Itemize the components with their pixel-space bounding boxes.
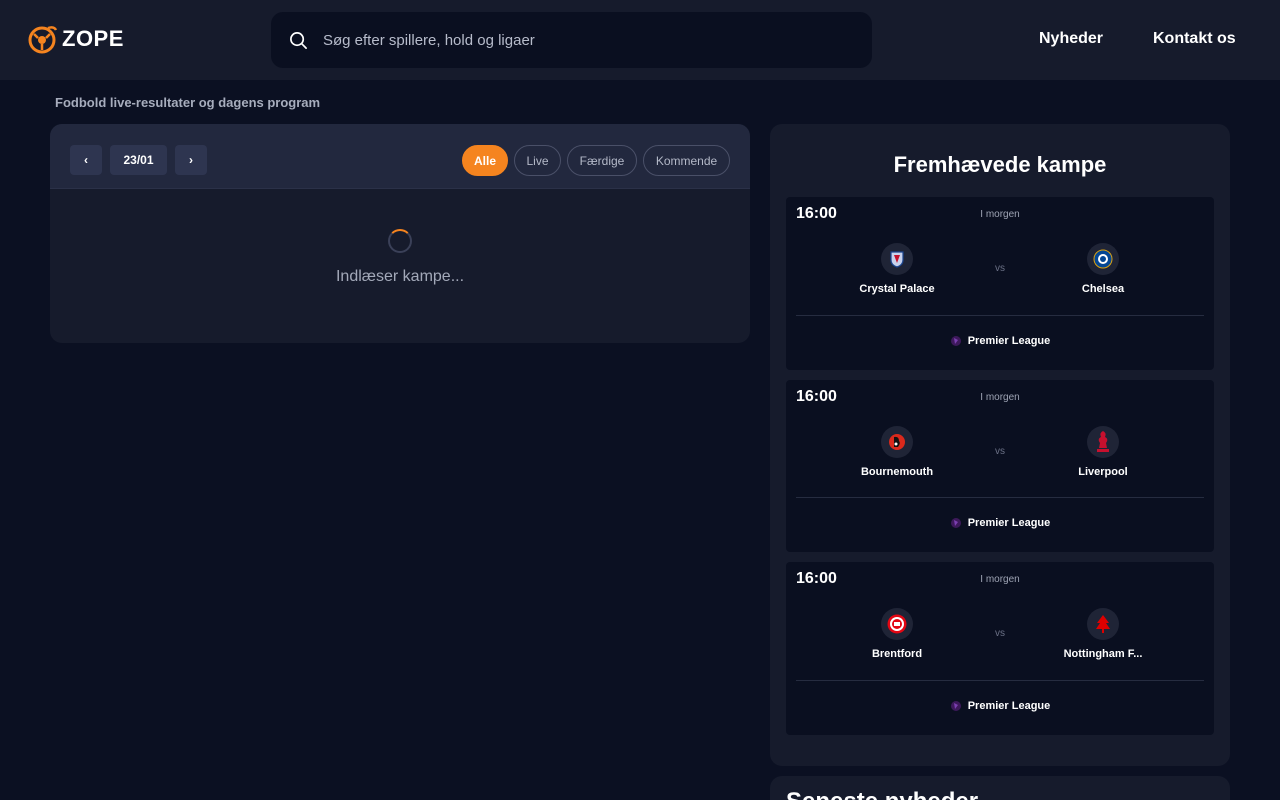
search-icon xyxy=(290,32,307,49)
date-picker-button[interactable]: 23/01 xyxy=(110,145,167,175)
league-label[interactable]: Premier League xyxy=(786,700,1214,712)
nav-link-news[interactable]: Nyheder xyxy=(1039,30,1103,48)
away-team-name: Liverpool xyxy=(1078,466,1128,478)
away-team[interactable]: Liverpool xyxy=(1033,426,1173,478)
divider xyxy=(796,315,1204,316)
fixtures-toolbar: ‹ 23/01 › Alle Live Færdige Kommende xyxy=(50,124,750,189)
league-label[interactable]: Premier League xyxy=(786,335,1214,347)
away-team[interactable]: Chelsea xyxy=(1033,243,1173,295)
match-day: I morgen xyxy=(980,574,1020,585)
filter-finished-button[interactable]: Færdige xyxy=(567,145,637,176)
home-team-name: Brentford xyxy=(871,648,923,660)
latest-news-panel: Seneste nyheder xyxy=(770,776,1230,800)
premier-league-icon xyxy=(950,336,961,346)
away-team-name: Chelsea xyxy=(1081,283,1125,295)
league-name: Premier League xyxy=(967,517,1051,529)
league-label[interactable]: Premier League xyxy=(786,517,1214,529)
logo-text: ZOPE xyxy=(62,26,124,51)
league-name: Premier League xyxy=(967,700,1051,712)
chelsea-crest-icon xyxy=(1087,243,1119,275)
divider xyxy=(796,497,1204,498)
home-team-name: Bournemouth xyxy=(860,466,934,478)
latest-news-title: Seneste nyheder xyxy=(786,788,978,800)
loading-text: Indlæser kampe... xyxy=(335,268,465,285)
previous-day-button[interactable]: ‹ xyxy=(70,145,102,175)
next-day-button[interactable]: › xyxy=(175,145,207,175)
featured-title: Fremhævede kampe xyxy=(893,152,1107,177)
featured-matches-panel: Fremhævede kampe 16:00 I morgen Crystal … xyxy=(770,124,1230,766)
liverpool-crest-icon xyxy=(1087,426,1119,458)
filter-all-button[interactable]: Alle xyxy=(462,145,508,176)
search-bar[interactable] xyxy=(271,12,872,68)
filter-live-button[interactable]: Live xyxy=(514,145,561,176)
logo-ball-icon xyxy=(28,26,58,54)
away-team[interactable]: Nottingham F... xyxy=(1033,608,1173,660)
loading-spinner-icon xyxy=(388,229,412,253)
page-title: Fodbold live-resultater og dagens progra… xyxy=(55,95,321,110)
away-team-name: Nottingham F... xyxy=(1063,648,1143,660)
premier-league-icon xyxy=(950,701,961,711)
match-card[interactable]: 16:00 I morgen Brentford vs Nottingham F… xyxy=(786,562,1214,735)
match-card[interactable]: 16:00 I morgen Bournemouth vs Liverpool … xyxy=(786,380,1214,552)
match-day: I morgen xyxy=(980,392,1020,403)
premier-league-icon xyxy=(950,518,961,528)
home-team-name: Crystal Palace xyxy=(859,283,935,295)
match-day: I morgen xyxy=(980,209,1020,220)
nottingham-forest-crest-icon xyxy=(1087,608,1119,640)
nav-link-contact[interactable]: Kontakt os xyxy=(1153,30,1236,48)
logo[interactable]: ZOPE xyxy=(28,24,124,54)
match-card[interactable]: 16:00 I morgen Crystal Palace vs Chelsea… xyxy=(786,197,1214,370)
league-name: Premier League xyxy=(967,335,1051,347)
top-bar: ZOPE Nyheder Kontakt os xyxy=(0,0,1280,80)
filter-upcoming-button[interactable]: Kommende xyxy=(643,145,730,176)
fixtures-panel: ‹ 23/01 › Alle Live Færdige Kommende Ind… xyxy=(50,124,750,343)
search-input[interactable] xyxy=(323,12,843,68)
divider xyxy=(796,680,1204,681)
